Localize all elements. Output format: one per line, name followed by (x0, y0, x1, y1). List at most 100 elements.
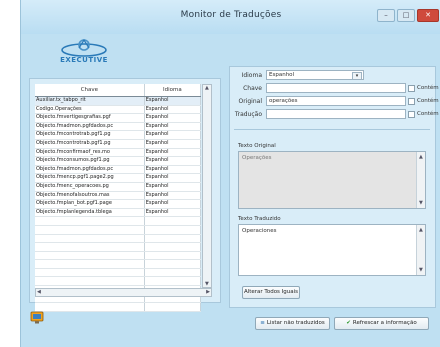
table-row[interactable] (35, 225, 202, 235)
chave-input[interactable] (266, 83, 406, 93)
table-row[interactable]: Objecto.fmcontrotrab.pgf1.pg Espanhol (35, 139, 202, 149)
cell-idioma[interactable] (144, 276, 202, 287)
refrescar-button[interactable]: ✔ Refrescar a informação (334, 317, 429, 330)
table-row[interactable]: Auxiliar.tx_tabpo_rit Espanhol (35, 96, 202, 106)
table-row[interactable] (35, 242, 202, 252)
cell-chave[interactable] (35, 234, 145, 244)
cell-idioma[interactable]: Espanhol (144, 165, 202, 175)
chevron-down-icon[interactable]: ▾ (352, 72, 362, 80)
cell-idioma[interactable] (144, 234, 202, 244)
column-header-chave[interactable]: Chave (35, 84, 145, 97)
cell-chave[interactable]: Objecto.fmadmon.pgfdados.pc (35, 165, 145, 175)
table-row[interactable] (35, 216, 202, 226)
cell-idioma[interactable]: Espanhol (144, 156, 202, 166)
cell-chave[interactable]: Objecto.fmenofalsoutros.mas (35, 191, 145, 201)
texto-original-scrollbar[interactable]: ▲ ▼ (416, 152, 425, 208)
original-input[interactable]: operações (266, 96, 406, 106)
maximize-button[interactable]: □ (397, 9, 415, 22)
table-row[interactable]: Objecto.fmenc_operacoes.pg Espanhol (35, 182, 202, 192)
column-header-idioma[interactable]: Idioma (144, 84, 202, 97)
table-row[interactable]: Objecto.fmvertigesgrafias.pgf Espanhol (35, 113, 202, 123)
cell-chave[interactable] (35, 268, 145, 278)
scroll-up-icon[interactable]: ▲ (419, 154, 423, 160)
traducao-input[interactable] (266, 109, 406, 119)
scroll-left-icon[interactable]: ◀ (37, 289, 41, 295)
cell-idioma[interactable]: Espanhol (144, 191, 202, 201)
cell-idioma[interactable]: Espanhol (144, 199, 202, 209)
texto-traduzido-scrollbar[interactable]: ▲ ▼ (416, 225, 425, 275)
table-row[interactable]: Objecto.fmadmon.pgfdados.pc Espanhol (35, 122, 202, 132)
scroll-up-icon[interactable]: ▲ (205, 85, 209, 91)
table-row[interactable]: Objecto.fmconfirmaof_res.mo Espanhol (35, 148, 202, 158)
scroll-right-icon[interactable]: ▶ (206, 289, 210, 295)
cell-chave[interactable]: Objecto.fmencp.pgf1.page2.pg (35, 173, 145, 183)
chave-contem-checkbox[interactable] (408, 85, 415, 92)
traducao-contem-checkbox[interactable] (408, 111, 415, 118)
cell-idioma[interactable] (144, 302, 202, 312)
cell-idioma[interactable] (144, 242, 202, 252)
cell-chave[interactable] (35, 302, 145, 312)
cell-idioma[interactable]: Espanhol (144, 148, 202, 158)
scroll-down-icon[interactable]: ▼ (205, 281, 209, 287)
table-row[interactable]: Objecto.fmplanlegenda.tblega Espanhol (35, 208, 202, 218)
cell-idioma[interactable]: Espanhol (144, 208, 202, 218)
cell-idioma[interactable] (144, 225, 202, 235)
cell-chave[interactable]: Objecto.fmcontrotrab.pgf1.pg (35, 139, 145, 149)
table-row[interactable]: Objecto.fmadmon.pgfdados.pc Espanhol (35, 165, 202, 175)
cell-chave[interactable] (35, 259, 145, 269)
grid-horizontal-scrollbar[interactable]: ◀ ▶ (35, 288, 212, 297)
cell-idioma[interactable]: Espanhol (144, 105, 202, 115)
translations-grid[interactable]: Chave Idioma Auxiliar.tx_tabpo_rit Espanh… (35, 84, 202, 312)
table-row[interactable]: Objecto.fmconsumos.pgf1.pg Espanhol (35, 156, 202, 166)
cell-chave[interactable] (35, 225, 145, 235)
original-contem-checkbox[interactable] (408, 98, 415, 105)
cell-chave[interactable]: Auxiliar.tx_tabpo_rit (35, 96, 145, 106)
table-row[interactable]: Objecto.fmplan_bot.pgf1.page Espanhol (35, 199, 202, 209)
cell-idioma[interactable]: Espanhol (144, 182, 202, 192)
cell-idioma[interactable] (144, 259, 202, 269)
cell-chave[interactable]: Objecto.fmplan_bot.pgf1.page (35, 199, 145, 209)
cell-chave[interactable]: Objecto.fmcontrotrab.pgf1.pg (35, 130, 145, 140)
scroll-up-icon[interactable]: ▲ (419, 227, 423, 233)
alterar-todos-button[interactable]: Alterar Todos Iguais (242, 286, 300, 299)
table-row[interactable]: Codigo.Operações Espanhol (35, 105, 202, 115)
close-button[interactable]: ✕ (417, 9, 439, 22)
cell-chave[interactable]: Objecto.fmconsumos.pgf1.pg (35, 156, 145, 166)
minimize-button[interactable]: – (377, 9, 395, 22)
monitor-icon[interactable] (30, 311, 44, 325)
scroll-down-icon[interactable]: ▼ (419, 267, 423, 273)
cell-chave[interactable] (35, 276, 145, 287)
grid-vertical-scrollbar[interactable]: ▲ ▼ (202, 84, 212, 288)
cell-idioma[interactable]: Espanhol (144, 96, 202, 106)
cell-idioma[interactable] (144, 216, 202, 226)
table-row[interactable]: Objecto.fmenofalsoutros.mas Espanhol (35, 191, 202, 201)
cell-chave[interactable]: Objecto.fmenc_operacoes.pg (35, 182, 145, 192)
cell-chave[interactable]: Codigo.Operações (35, 105, 145, 115)
cell-idioma[interactable]: Espanhol (144, 122, 202, 132)
table-row[interactable] (35, 251, 202, 261)
cell-chave[interactable]: Objecto.fmvertigesgrafias.pgf (35, 113, 145, 123)
cell-chave[interactable] (35, 242, 145, 252)
table-row[interactable] (35, 259, 202, 269)
scroll-down-icon[interactable]: ▼ (419, 200, 423, 206)
cell-idioma[interactable]: Espanhol (144, 113, 202, 123)
cell-chave[interactable] (35, 251, 145, 261)
cell-idioma[interactable] (144, 251, 202, 261)
idioma-select[interactable]: Espanhol ▾ (266, 70, 364, 80)
cell-chave[interactable]: Objecto.fmplanlegenda.tblega (35, 208, 145, 218)
cell-chave[interactable] (35, 216, 145, 226)
cell-chave[interactable]: Objecto.fmconfirmaof_res.mo (35, 148, 145, 158)
table-row[interactable]: Objecto.fmcontrotrab.pgf1.pg Espanhol (35, 130, 202, 140)
table-row[interactable]: Objecto.fmencp.pgf1.page2.pg Espanhol (35, 173, 202, 183)
cell-idioma[interactable]: Espanhol (144, 139, 202, 149)
table-row[interactable] (35, 268, 202, 278)
table-row[interactable] (35, 302, 202, 312)
listar-nao-traduzidos-button[interactable]: ≡ Listar não traduzidos (255, 317, 330, 330)
cell-idioma[interactable]: Espanhol (144, 173, 202, 183)
cell-idioma[interactable]: Espanhol (144, 130, 202, 140)
cell-idioma[interactable] (144, 268, 202, 278)
table-row[interactable] (35, 276, 202, 287)
texto-traduzido-textarea[interactable]: Operaciones ▲ ▼ (238, 224, 426, 276)
table-row[interactable] (35, 234, 202, 244)
cell-chave[interactable]: Objecto.fmadmon.pgfdados.pc (35, 122, 145, 132)
